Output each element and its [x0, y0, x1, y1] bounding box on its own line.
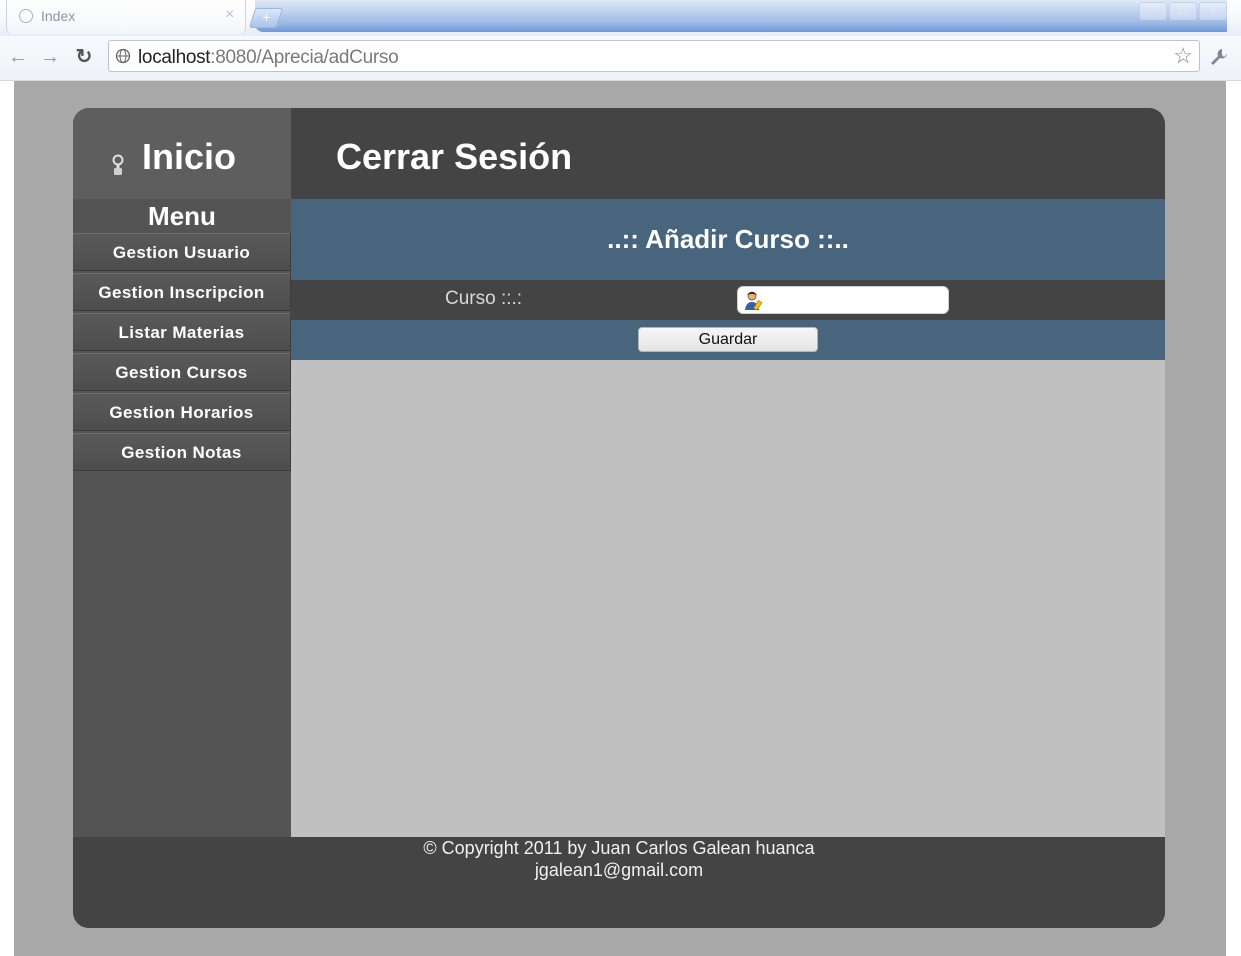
tab-close-icon[interactable]: × — [225, 6, 234, 24]
url-path: :8080/Aprecia/adCurso — [210, 47, 399, 68]
home-label: Inicio — [142, 136, 237, 177]
tab-favicon-globe-icon — [19, 9, 33, 23]
close-window-button[interactable]: × — [1199, 2, 1227, 20]
app-frame: Inicio Cerrar Sesión Menu Gestion Usuari… — [73, 108, 1165, 928]
minimize-button[interactable]: – — [1139, 2, 1167, 20]
curso-label: Curso ::.: — [445, 288, 523, 309]
browser-tab[interactable]: Index × — [6, 0, 246, 34]
url-text: localhost:8080/Aprecia/adCurso — [138, 47, 399, 69]
globe-icon — [115, 48, 131, 64]
browser-toolbar: ← → ↻ localhost:8080/Aprecia/adCurso ☆ — [0, 36, 1241, 81]
wrench-icon[interactable] — [1207, 45, 1231, 69]
reload-icon[interactable]: ↻ — [72, 45, 96, 69]
logout-link[interactable]: Cerrar Sesión — [336, 136, 572, 178]
user-edit-icon — [745, 291, 763, 311]
back-arrow-icon[interactable]: ← — [6, 45, 30, 69]
window-controls: – □ × — [1139, 2, 1227, 20]
curso-field[interactable] — [768, 290, 944, 312]
sidebar-item-gestion-horarios[interactable]: Gestion Horarios — [73, 393, 291, 431]
key-icon — [112, 154, 124, 175]
url-host: localhost — [138, 47, 211, 68]
form-header: ..:: Añadir Curso ::.. — [291, 199, 1165, 280]
curso-input[interactable] — [737, 286, 949, 314]
sidebar-item-gestion-notas[interactable]: Gestion Notas — [73, 433, 291, 471]
menu-title: Menu — [148, 201, 216, 231]
maximize-button[interactable]: □ — [1169, 2, 1197, 20]
forward-arrow-icon[interactable]: → — [38, 45, 62, 69]
address-bar[interactable]: localhost:8080/Aprecia/adCurso ☆ — [108, 40, 1200, 72]
plus-icon: + — [262, 9, 271, 25]
footer: © Copyright 2011 by Juan Carlos Galean h… — [73, 837, 1165, 928]
save-button[interactable]: Guardar — [638, 327, 818, 352]
sidebar-menu: Gestion Usuario Gestion Inscripcion List… — [73, 233, 291, 473]
browser-titlebar: Index × + – □ × — [0, 0, 1241, 36]
sidebar-item-listar-materias[interactable]: Listar Materias — [73, 313, 291, 351]
sidebar-item-gestion-usuario[interactable]: Gestion Usuario — [73, 233, 291, 271]
page-title: ..:: Añadir Curso ::.. — [607, 224, 849, 254]
curso-row: Curso ::.: — [291, 280, 1165, 320]
home-link[interactable]: Inicio — [73, 108, 291, 199]
titlebar-accent — [255, 0, 1227, 32]
sidebar-item-gestion-inscripcion[interactable]: Gestion Inscripcion — [73, 273, 291, 311]
main-content: ..:: Añadir Curso ::.. Curso ::.: Guarda… — [291, 199, 1165, 837]
contact-email: jgalean1@gmail.com — [534, 860, 704, 880]
tab-title: Index — [41, 8, 76, 24]
sidebar: Menu Gestion Usuario Gestion Inscripcion… — [73, 199, 291, 837]
star-icon[interactable]: ☆ — [1173, 44, 1193, 68]
copyright-text: © Copyright 2011 by Juan Carlos Galean h… — [423, 838, 815, 858]
button-row: Guardar — [291, 320, 1165, 360]
sidebar-item-gestion-cursos[interactable]: Gestion Cursos — [73, 353, 291, 391]
